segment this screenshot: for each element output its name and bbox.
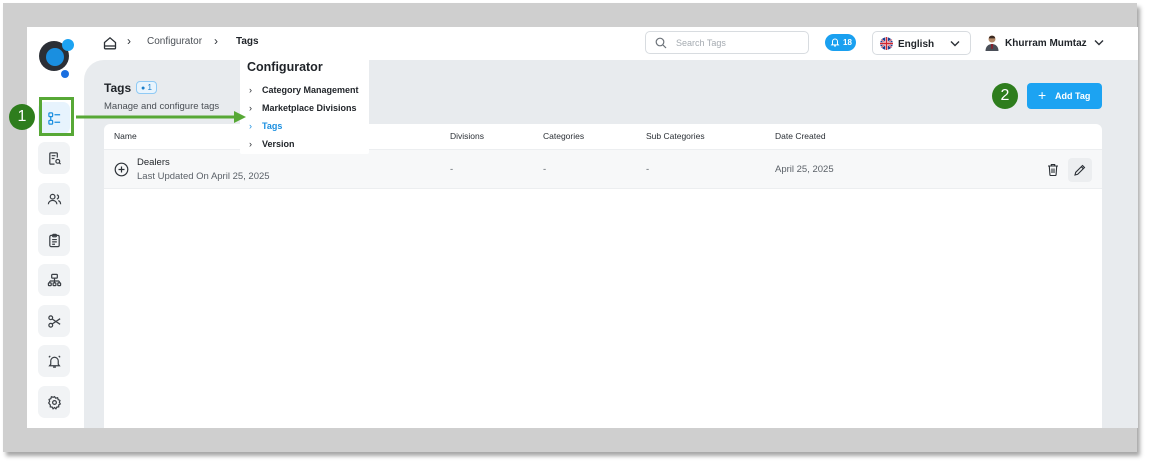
- row-date-created: April 25, 2025: [775, 164, 834, 175]
- chevron-right-icon: ›: [249, 103, 252, 113]
- language-select[interactable]: English: [872, 31, 971, 55]
- edit-button[interactable]: [1068, 158, 1092, 182]
- sidebar-item-reports[interactable]: [38, 142, 70, 174]
- page-title: Tags: [104, 81, 132, 95]
- row-divisions: -: [450, 164, 454, 175]
- app-logo[interactable]: [34, 34, 78, 78]
- count-badge: ● 1: [136, 81, 157, 94]
- dropdown-title: Configurator: [247, 60, 323, 74]
- sidebar-item-users[interactable]: [38, 183, 70, 215]
- pencil-icon: [1074, 164, 1086, 176]
- scissors-icon: [47, 314, 60, 328]
- menu-item-category-management[interactable]: › Category Management: [249, 85, 359, 95]
- annotation-highlight-box: [39, 97, 74, 136]
- add-tag-label: Add Tag: [1055, 91, 1091, 101]
- chevron-down-icon: [950, 41, 960, 47]
- uk-flag-icon: [880, 37, 893, 50]
- menu-item-label: Category Management: [262, 85, 359, 95]
- home-icon[interactable]: [103, 36, 117, 50]
- sidebar: [27, 27, 84, 428]
- column-header-divisions[interactable]: Divisions: [450, 131, 484, 141]
- table-row[interactable]: Dealers Last Updated On April 25, 2025 -…: [104, 149, 1102, 189]
- row-updated: Last Updated On April 25, 2025: [137, 171, 270, 182]
- document-search-icon: [48, 151, 61, 165]
- bell-icon: [830, 38, 840, 47]
- menu-item-version[interactable]: › Version: [249, 139, 295, 149]
- chevron-right-icon: ›: [249, 121, 252, 131]
- language-label: English: [898, 39, 935, 50]
- sidebar-item-orders[interactable]: [38, 224, 70, 256]
- users-icon: [47, 193, 61, 204]
- user-menu[interactable]: Khurram Mumtaz: [984, 31, 1114, 55]
- app-window: › Configurator › Tags Search Tags 18 Eng…: [27, 27, 1138, 428]
- menu-item-label: Marketplace Divisions: [262, 103, 357, 113]
- alarm-icon: [47, 354, 61, 368]
- menu-item-label: Version: [262, 139, 295, 149]
- annotation-step-2: 2: [992, 83, 1018, 109]
- chevron-down-icon: [1094, 40, 1104, 46]
- sidebar-item-alerts[interactable]: [38, 345, 70, 377]
- configurator-dropdown: Configurator › Category Management › Marke…: [240, 56, 369, 154]
- breadcrumb-configurator[interactable]: Configurator: [147, 36, 202, 47]
- gear-icon: [47, 395, 61, 410]
- column-header-sub-categories[interactable]: Sub Categories: [646, 131, 705, 141]
- delete-button[interactable]: [1041, 158, 1065, 182]
- row-categories: -: [543, 164, 547, 175]
- avatar: [985, 35, 999, 51]
- expand-row-icon[interactable]: [114, 162, 129, 177]
- search-icon: [655, 37, 667, 49]
- column-header-name[interactable]: Name: [114, 131, 137, 141]
- chevron-right-icon: ›: [214, 34, 218, 48]
- row-name: Dealers: [137, 157, 170, 168]
- chevron-right-icon: ›: [249, 139, 252, 149]
- sidebar-item-settings[interactable]: [38, 386, 70, 418]
- plus-icon: +: [1038, 87, 1047, 103]
- trash-icon: [1048, 164, 1058, 176]
- menu-item-tags[interactable]: › Tags: [249, 121, 282, 131]
- annotation-step-1: 1: [9, 104, 35, 130]
- menu-item-marketplace-divisions[interactable]: › Marketplace Divisions: [249, 103, 357, 113]
- tag-count: 1: [147, 83, 152, 92]
- chevron-right-icon: ›: [249, 85, 252, 95]
- hierarchy-icon: [47, 273, 61, 286]
- menu-item-label: Tags: [262, 121, 283, 131]
- add-tag-button[interactable]: + Add Tag: [1027, 83, 1102, 109]
- notifications-badge[interactable]: 18: [825, 34, 856, 51]
- sidebar-item-integrations[interactable]: [38, 305, 70, 337]
- search-placeholder: Search Tags: [676, 38, 726, 48]
- annotation-arrow-icon: [76, 111, 246, 123]
- breadcrumb-current: Tags: [236, 36, 259, 47]
- row-sub-categories: -: [646, 164, 650, 175]
- column-header-categories[interactable]: Categories: [543, 131, 584, 141]
- column-header-date-created[interactable]: Date Created: [775, 131, 826, 141]
- sidebar-item-hierarchy[interactable]: [38, 264, 70, 296]
- user-name: Khurram Mumtaz: [1005, 38, 1087, 49]
- tags-table: Name Divisions Categories Sub Categories…: [104, 124, 1102, 428]
- search-input[interactable]: Search Tags: [645, 31, 809, 54]
- chevron-right-icon: ›: [127, 34, 131, 48]
- notification-count: 18: [843, 38, 852, 47]
- clipboard-icon: [48, 233, 60, 247]
